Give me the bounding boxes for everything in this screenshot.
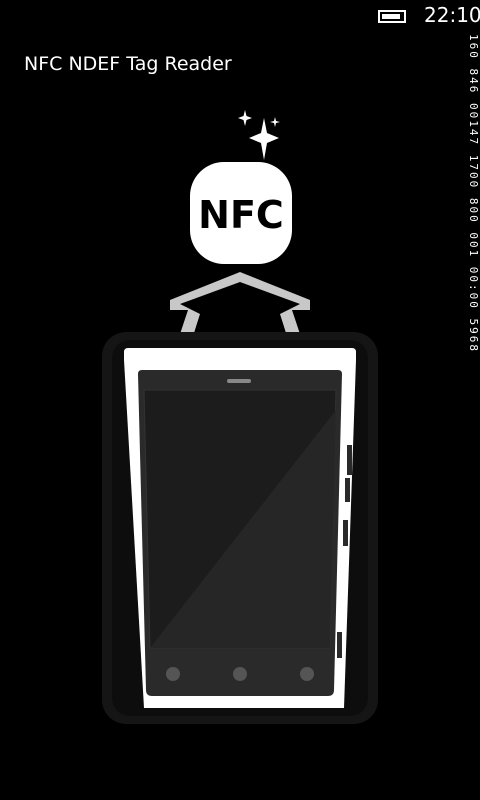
phone-icon xyxy=(102,332,378,724)
nfc-badge-label: NFC xyxy=(198,193,284,237)
sparkle-icon xyxy=(238,110,280,160)
nfc-tap-illustration: NFC xyxy=(102,110,378,724)
status-bar: 22:10 xyxy=(0,0,480,32)
battery-full-icon xyxy=(378,10,406,23)
page-title: NFC NDEF Tag Reader xyxy=(24,53,232,75)
nfc-badge: NFC xyxy=(190,162,292,264)
status-clock: 22:10 xyxy=(424,3,480,27)
